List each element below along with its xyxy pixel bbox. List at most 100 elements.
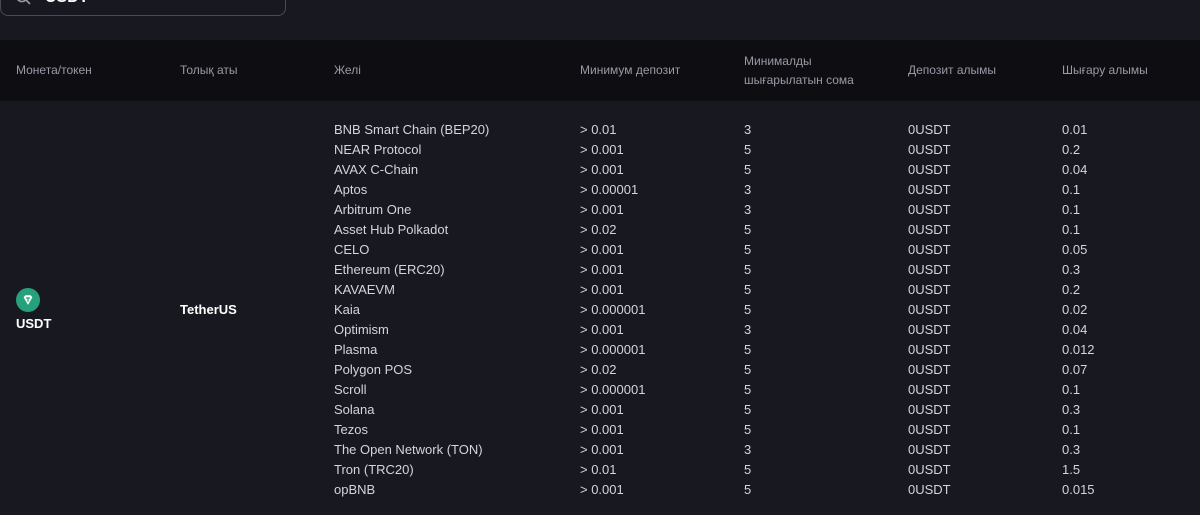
min-withdraw-value: 5 xyxy=(744,462,752,477)
min-deposit-value: > 0.001 xyxy=(580,162,624,177)
min-withdraw-value: 3 xyxy=(744,202,752,217)
network-name: Ethereum (ERC20) xyxy=(334,262,445,277)
min-withdraw-value: 3 xyxy=(744,182,752,197)
table-row: Tron (TRC20) > 0.01 5 0USDT 1.5 xyxy=(0,460,1200,480)
table-row: Kaia > 0.000001 5 0USDT 0.02 xyxy=(0,300,1200,320)
min-deposit-value: > 0.000001 xyxy=(580,382,646,397)
min-withdraw-value: 5 xyxy=(744,422,752,437)
min-withdraw-value: 5 xyxy=(744,402,752,417)
search-input[interactable] xyxy=(45,0,245,7)
table-row: The Open Network (TON) > 0.001 3 0USDT 0.3 xyxy=(0,440,1200,460)
table-row: CELO > 0.001 5 0USDT 0.05 xyxy=(0,240,1200,260)
min-deposit-value: > 0.001 xyxy=(580,242,624,257)
withdraw-fee-value: 0.05 xyxy=(1062,242,1088,257)
deposit-fee-value: 0USDT xyxy=(908,342,951,357)
withdraw-fee-value: 0.1 xyxy=(1062,382,1081,397)
header-fullname: Толық аты xyxy=(180,63,238,77)
header-min-deposit: Минимум депозит xyxy=(580,63,681,77)
deposit-fee-value: 0USDT xyxy=(908,262,951,277)
withdraw-fee-value: 0.3 xyxy=(1062,402,1081,417)
table-row: AVAX C-Chain > 0.001 5 0USDT 0.04 xyxy=(0,160,1200,180)
table-row: Tezos > 0.001 5 0USDT 0.1 xyxy=(0,420,1200,440)
table-row: opBNB > 0.001 5 0USDT 0.015 xyxy=(0,480,1200,500)
search-box[interactable] xyxy=(0,0,286,16)
min-deposit-value: > 0.000001 xyxy=(580,342,646,357)
deposit-fee-value: 0USDT xyxy=(908,162,951,177)
table-row: Ethereum (ERC20) > 0.001 5 0USDT 0.3 xyxy=(0,260,1200,280)
min-withdraw-value: 5 xyxy=(744,162,752,177)
min-withdraw-value: 5 xyxy=(744,382,752,397)
table-row: Polygon POS > 0.02 5 0USDT 0.07 xyxy=(0,360,1200,380)
network-name: Optimism xyxy=(334,322,389,337)
deposit-fee-value: 0USDT xyxy=(908,122,951,137)
deposit-fee-value: 0USDT xyxy=(908,442,951,457)
network-name: Solana xyxy=(334,402,375,417)
search-bar-area xyxy=(0,0,1200,40)
network-name: KAVAEVM xyxy=(334,282,395,297)
table-row: Aptos > 0.00001 3 0USDT 0.1 xyxy=(0,180,1200,200)
header-min-withdraw: Минималды шығарылатын сома xyxy=(744,54,854,87)
table-row: Scroll > 0.000001 5 0USDT 0.1 xyxy=(0,380,1200,400)
deposit-fee-value: 0USDT xyxy=(908,242,951,257)
min-withdraw-value: 5 xyxy=(744,142,752,157)
deposit-fee-value: 0USDT xyxy=(908,462,951,477)
network-name: opBNB xyxy=(334,482,376,497)
network-name: Aptos xyxy=(334,182,368,197)
min-deposit-value: > 0.001 xyxy=(580,262,624,277)
network-name: The Open Network (TON) xyxy=(334,442,483,457)
min-withdraw-value: 5 xyxy=(744,342,752,357)
table-header: Монета/токен Толық аты Желі Минимум депо… xyxy=(0,40,1200,101)
withdraw-fee-value: 0.2 xyxy=(1062,142,1081,157)
withdraw-fee-value: 0.1 xyxy=(1062,222,1081,237)
min-deposit-value: > 0.001 xyxy=(580,282,624,297)
min-withdraw-value: 3 xyxy=(744,122,752,137)
table-row: NEAR Protocol > 0.001 5 0USDT 0.2 xyxy=(0,140,1200,160)
withdraw-fee-value: 0.012 xyxy=(1062,342,1095,357)
network-name: Kaia xyxy=(334,302,361,317)
withdraw-fee-value: 0.1 xyxy=(1062,422,1081,437)
min-deposit-value: > 0.001 xyxy=(580,202,624,217)
header-network: Желі xyxy=(334,63,361,77)
min-deposit-value: > 0.00001 xyxy=(580,182,639,197)
deposit-fee-value: 0USDT xyxy=(908,482,951,497)
table-row: Optimism > 0.001 3 0USDT 0.04 xyxy=(0,320,1200,340)
min-withdraw-value: 5 xyxy=(744,262,752,277)
min-deposit-value: > 0.001 xyxy=(580,322,624,337)
min-deposit-value: > 0.001 xyxy=(580,482,624,497)
min-deposit-value: > 0.000001 xyxy=(580,302,646,317)
withdraw-fee-value: 0.04 xyxy=(1062,322,1088,337)
withdraw-fee-value: 0.07 xyxy=(1062,362,1088,377)
withdraw-fee-value: 0.01 xyxy=(1062,122,1088,137)
network-name: NEAR Protocol xyxy=(334,142,422,157)
min-withdraw-value: 3 xyxy=(744,442,752,457)
withdraw-fee-value: 0.015 xyxy=(1062,482,1095,497)
deposit-fee-value: 0USDT xyxy=(908,382,951,397)
withdraw-fee-value: 0.02 xyxy=(1062,302,1088,317)
deposit-fee-value: 0USDT xyxy=(908,322,951,337)
network-name: CELO xyxy=(334,242,370,257)
deposit-fee-value: 0USDT xyxy=(908,282,951,297)
table-row: Asset Hub Polkadot > 0.02 5 0USDT 0.1 xyxy=(0,220,1200,240)
withdraw-fee-value: 0.1 xyxy=(1062,202,1081,217)
min-withdraw-value: 5 xyxy=(744,302,752,317)
min-deposit-value: > 0.001 xyxy=(580,142,624,157)
table-row: Solana > 0.001 5 0USDT 0.3 xyxy=(0,400,1200,420)
min-withdraw-value: 5 xyxy=(744,482,752,497)
table-row: BNB Smart Chain (BEP20) > 0.01 3 0USDT 0.01 xyxy=(0,120,1200,140)
deposit-fee-value: 0USDT xyxy=(908,402,951,417)
min-withdraw-value: 5 xyxy=(744,362,752,377)
min-deposit-value: > 0.001 xyxy=(580,422,624,437)
network-name: Plasma xyxy=(334,342,378,357)
withdraw-fee-value: 1.5 xyxy=(1062,462,1081,477)
deposit-fee-value: 0USDT xyxy=(908,182,951,197)
min-withdraw-value: 5 xyxy=(744,222,752,237)
min-withdraw-value: 3 xyxy=(744,322,752,337)
deposit-fee-value: 0USDT xyxy=(908,362,951,377)
min-deposit-value: > 0.01 xyxy=(580,462,617,477)
search-icon xyxy=(17,0,31,5)
network-name: Scroll xyxy=(334,382,367,397)
min-withdraw-value: 5 xyxy=(744,282,752,297)
deposit-fee-value: 0USDT xyxy=(908,302,951,317)
table-row: Arbitrum One > 0.001 3 0USDT 0.1 xyxy=(0,200,1200,220)
network-rows: BNB Smart Chain (BEP20) > 0.01 3 0USDT 0.01 N… xyxy=(0,120,1200,500)
